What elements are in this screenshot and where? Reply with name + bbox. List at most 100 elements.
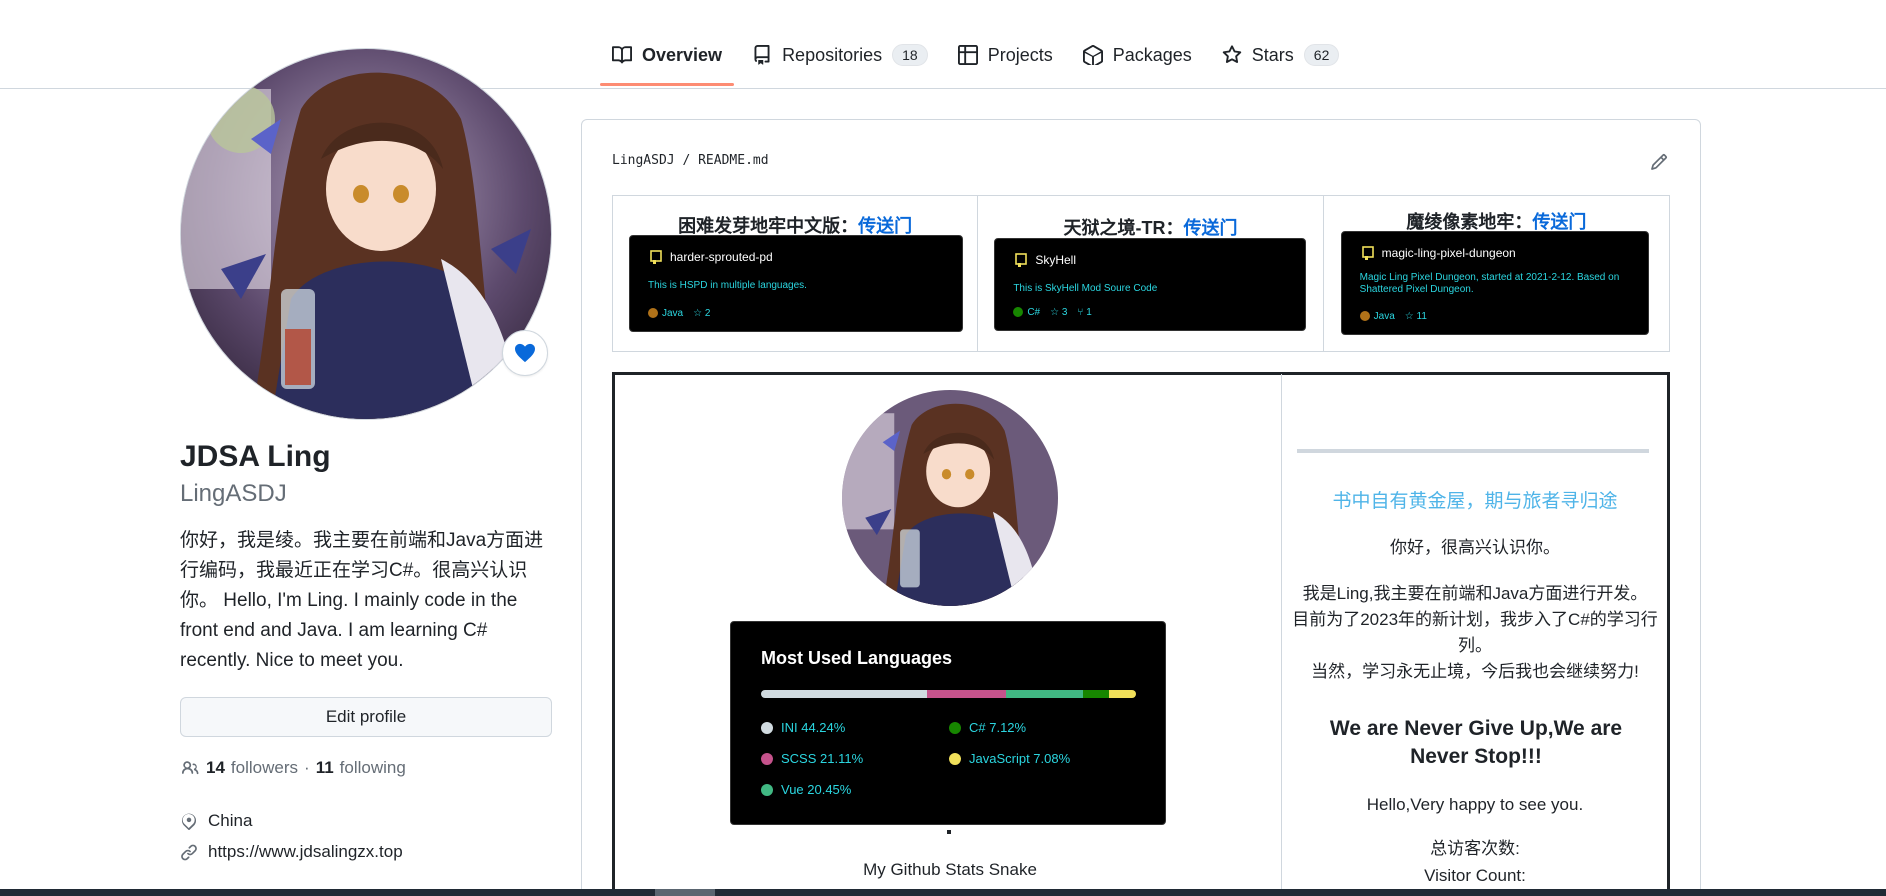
repo-language-text: C# — [1027, 307, 1041, 318]
repo-language-text: Java — [1373, 311, 1395, 322]
repo-meta: C# ☆ 3 ⑂ 1 — [1013, 307, 1092, 318]
language-dot — [761, 721, 773, 734]
readme-avatar-illustration — [842, 390, 1058, 606]
project-link[interactable]: 传送门 — [1532, 212, 1586, 232]
repo-forks-count: 1 — [1086, 307, 1092, 318]
language-item: Vue 20.45% — [761, 782, 851, 797]
repo-icon — [1015, 253, 1028, 267]
language-bar-segment — [761, 690, 927, 698]
repo-stars: ☆ 11 — [1404, 311, 1427, 322]
os-taskbar — [0, 889, 1886, 896]
language-dot — [1013, 307, 1024, 318]
repositories-counter: 18 — [892, 44, 928, 66]
language-item: INI 44.24% — [761, 720, 845, 735]
repo-card[interactable]: harder-sprouted-pd This is HSPD in multi… — [629, 235, 963, 332]
inner-table-divider — [1281, 374, 1282, 896]
language-dot — [761, 783, 773, 796]
language-bar-segment — [1006, 690, 1083, 698]
repo-language-text: Java — [662, 308, 684, 319]
tab-stars-label: Stars — [1251, 44, 1294, 65]
project-cell: 困难发芽地牢中文版：传送门 harder-sprouted-pd This is… — [613, 196, 979, 351]
repo-name: magic-ling-pixel-dungeon — [1381, 246, 1516, 260]
language-label: SCSS 21.11% — [781, 751, 864, 766]
project-cell: 魔绫像素地牢：传送门 magic-ling-pixel-dungeon Magi… — [1324, 196, 1669, 351]
package-icon — [1082, 45, 1103, 65]
stars-counter: 62 — [1303, 44, 1340, 66]
pencil-icon — [1651, 154, 1667, 170]
followers-link[interactable]: followers — [231, 758, 298, 778]
repo-desc: Magic Ling Pixel Dungeon, started at 202… — [1359, 272, 1620, 295]
avatar-illustration — [181, 49, 551, 419]
readme-path: LingASDJ / README.md — [612, 153, 769, 168]
repo-card-name: SkyHell — [1015, 253, 1076, 267]
repo-icon — [650, 250, 662, 264]
language-item: C# 7.12% — [949, 720, 1026, 735]
project-link[interactable]: 传送门 — [858, 216, 912, 236]
tab-stars[interactable]: Stars 62 — [1210, 36, 1352, 84]
link-icon — [181, 844, 197, 861]
location-item: China — [180, 811, 252, 831]
language-item: JavaScript 7.08% — [949, 751, 1070, 766]
repo-forks: ⑂ 1 — [1077, 307, 1092, 318]
profile-name: JDSA Ling — [180, 440, 331, 473]
repo-language: C# — [1013, 307, 1040, 318]
hello-en: Hello,Very happy to see you. — [1366, 795, 1584, 814]
repo-icon — [1361, 246, 1374, 260]
website-item: https://www.jdsalingzx.top — [180, 842, 403, 862]
repo-stars: ☆ 2 — [693, 308, 711, 319]
followers-count[interactable]: 14 — [206, 758, 225, 778]
repo-desc: This is SkyHell Mod Soure Code — [1013, 283, 1158, 294]
visitor-label-en: Visitor Count: — [1424, 866, 1526, 885]
tab-packages[interactable]: Packages — [1071, 37, 1204, 84]
heart-icon — [515, 343, 535, 363]
slogan: We are Never Give Up,We are Never Stop!!… — [1329, 717, 1623, 768]
repo-meta: Java ☆ 11 — [1359, 311, 1427, 322]
status-button[interactable] — [502, 330, 548, 376]
profile-login: LingASDJ — [180, 480, 287, 507]
project-title-text: 困难发芽地牢中文版： — [678, 216, 859, 236]
horizontal-rule — [1297, 449, 1649, 453]
avatar[interactable] — [180, 48, 552, 420]
following-count[interactable]: 11 — [316, 758, 334, 778]
tab-overview[interactable]: Overview — [600, 37, 735, 86]
projects-table: 困难发芽地牢中文版：传送门 harder-sprouted-pd This is… — [612, 195, 1670, 352]
repo-name: SkyHell — [1035, 253, 1076, 267]
tab-projects[interactable]: Projects — [946, 37, 1065, 84]
repo-card[interactable]: magic-ling-pixel-dungeon Magic Ling Pixe… — [1340, 231, 1649, 335]
readme-owner-link[interactable]: LingASDJ — [612, 153, 675, 168]
tab-overview-label: Overview — [642, 44, 723, 65]
language-label: JavaScript 7.08% — [969, 751, 1071, 766]
edit-readme-button[interactable] — [1650, 153, 1668, 176]
language-label: Vue 20.45% — [781, 782, 852, 797]
project-title-text: 天狱之境-TR： — [1063, 218, 1184, 238]
tab-projects-label: Projects — [987, 44, 1053, 65]
tab-repositories-label: Repositories — [782, 44, 883, 65]
languages-bar — [761, 690, 1136, 698]
people-icon — [181, 761, 199, 775]
repo-card-name: magic-ling-pixel-dungeon — [1361, 246, 1516, 260]
language-label: C# 7.12% — [969, 720, 1027, 735]
profile-avatar-wrap — [180, 48, 552, 420]
book-icon — [612, 46, 632, 64]
repo-language: Java — [648, 308, 683, 319]
snake-caption: My Github Stats Snake — [863, 860, 1037, 879]
language-bar-segment — [1082, 690, 1110, 698]
language-dot — [761, 752, 773, 765]
readme-file-link[interactable]: README.md — [698, 153, 768, 168]
tab-list: Overview Repositories 18 Projects Packag… — [600, 36, 1357, 86]
language-dot — [648, 308, 658, 319]
project-link[interactable]: 传送门 — [1183, 218, 1237, 238]
readme-avatar — [842, 390, 1058, 606]
decorative-dot — [947, 830, 951, 834]
website-link[interactable]: https://www.jdsalingzx.top — [208, 842, 403, 862]
languages-title: Most Used Languages — [761, 648, 953, 668]
table-icon — [957, 45, 978, 65]
following-link[interactable]: following — [340, 758, 406, 778]
language-dot — [1359, 311, 1370, 322]
edit-profile-button[interactable]: Edit profile — [180, 697, 552, 737]
repo-stars-count: 3 — [1061, 307, 1068, 318]
tab-repositories[interactable]: Repositories 18 — [740, 36, 940, 84]
taskbar-segment[interactable] — [655, 889, 715, 896]
intro-line-3: 当然，学习永无止境，今后我也会继续努力! — [1311, 662, 1639, 681]
repo-card[interactable]: SkyHell This is SkyHell Mod Soure Code C… — [994, 238, 1307, 331]
